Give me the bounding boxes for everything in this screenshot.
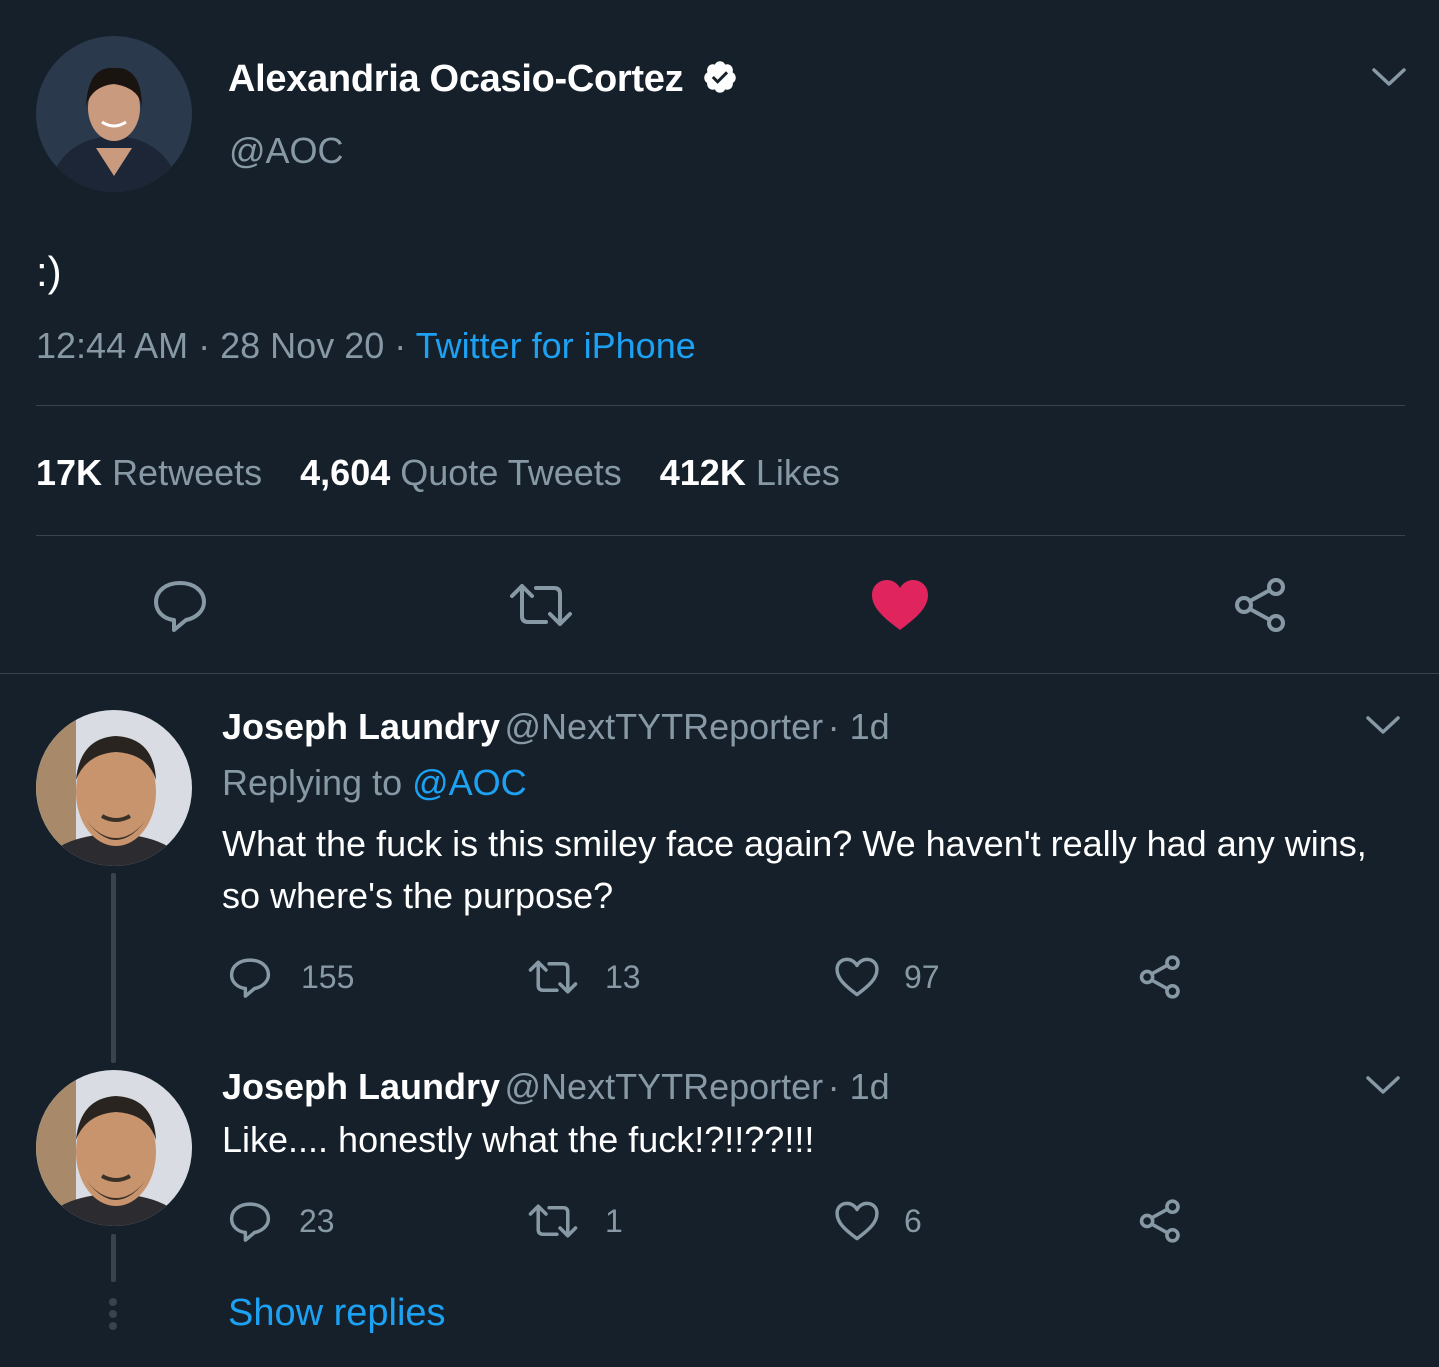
reply-text: What the fuck is this smiley face again?… xyxy=(222,823,1367,916)
author-name-text[interactable]: Alexandria Ocasio-Cortez xyxy=(228,58,684,100)
reply-count: 155 xyxy=(301,958,355,995)
quotes-count: 4,604 xyxy=(300,452,391,493)
author-avatar[interactable] xyxy=(36,36,192,192)
reply-button[interactable] xyxy=(150,575,210,635)
retweet-icon xyxy=(510,584,572,626)
like-count: 97 xyxy=(904,958,940,995)
reply-age: · 1d xyxy=(827,1066,890,1107)
share-button[interactable] xyxy=(1230,576,1288,634)
replying-to: Replying to @AOC xyxy=(222,762,527,804)
retweets-stat[interactable]: 17K Retweets xyxy=(36,452,272,493)
retweets-label: Retweets xyxy=(112,452,263,493)
quotes-stat[interactable]: 4,604 Quote Tweets xyxy=(300,452,632,493)
meta-separator: · xyxy=(198,325,211,366)
reply-header: Joseph Laundry @NextTYTReporter · 1d xyxy=(222,706,890,748)
reply-header: Joseph Laundry @NextTYTReporter · 1d xyxy=(222,1066,890,1108)
reply-like-button[interactable]: 97 xyxy=(834,956,940,998)
reply-icon xyxy=(154,581,206,632)
tweet-stats: 17K Retweets 4,604 Quote Tweets 412K Lik… xyxy=(36,452,840,494)
reply-author-handle[interactable]: @NextTYTReporter xyxy=(505,1066,824,1107)
retweet-icon xyxy=(528,960,578,994)
retweet-count: 1 xyxy=(605,1202,623,1239)
reply-reply-button[interactable]: 23 xyxy=(227,1198,335,1244)
divider xyxy=(0,673,1439,674)
replying-to-label: Replying to xyxy=(222,762,403,803)
reply-reply-button[interactable]: 155 xyxy=(227,954,354,1000)
verified-badge-icon xyxy=(702,59,738,105)
reply-retweet-button[interactable]: 13 xyxy=(527,956,641,998)
quotes-label: Quote Tweets xyxy=(400,452,622,493)
likes-count: 412K xyxy=(659,452,746,493)
tweet-date: 28 Nov 20 xyxy=(220,325,385,366)
share-icon xyxy=(1139,955,1180,999)
tweet-time: 12:44 AM xyxy=(36,325,189,366)
thread-line xyxy=(111,873,116,1063)
reply-retweet-button[interactable]: 1 xyxy=(527,1200,623,1242)
reply-count: 23 xyxy=(299,1202,335,1239)
reply-author-name[interactable]: Joseph Laundry xyxy=(222,1066,500,1107)
like-button[interactable] xyxy=(870,578,930,632)
reply-author-handle[interactable]: @NextTYTReporter xyxy=(505,706,824,747)
thread-line xyxy=(111,1234,116,1282)
share-icon xyxy=(1235,578,1285,632)
reply-icon xyxy=(229,958,271,998)
retweet-button[interactable] xyxy=(508,578,574,632)
heart-icon xyxy=(835,1201,879,1241)
reply-author-name[interactable]: Joseph Laundry xyxy=(222,706,500,747)
divider xyxy=(36,405,1405,406)
show-replies-link[interactable]: Show replies xyxy=(228,1292,446,1335)
reply-text: Like.... honestly what the fuck!?!!??!!! xyxy=(222,1119,815,1160)
likes-stat[interactable]: 412K Likes xyxy=(660,452,840,493)
heart-filled-icon xyxy=(872,580,928,630)
reply-like-button[interactable]: 6 xyxy=(834,1200,922,1242)
share-icon xyxy=(1139,1199,1180,1243)
retweet-count: 13 xyxy=(605,958,641,995)
reply-options-chevron-icon[interactable] xyxy=(1364,1070,1402,1100)
reply-age: · 1d xyxy=(827,706,890,747)
retweet-icon xyxy=(528,1204,578,1238)
author-handle[interactable]: @AOC xyxy=(229,130,344,172)
reply-options-chevron-icon[interactable] xyxy=(1364,710,1402,740)
thread-continuation-dots xyxy=(109,1298,117,1334)
replying-to-handle-link[interactable]: @AOC xyxy=(412,762,527,803)
retweets-count: 17K xyxy=(36,452,103,493)
tweet-source-link[interactable]: Twitter for iPhone xyxy=(416,325,696,366)
meta-separator: · xyxy=(394,325,407,366)
reply-action-bar: 23 1 6 xyxy=(222,1196,1202,1252)
tweet-meta: 12:44 AM · 28 Nov 20 · Twitter for iPhon… xyxy=(36,325,696,367)
reply-action-bar: 155 13 97 xyxy=(222,952,1202,1008)
likes-label: Likes xyxy=(755,452,840,493)
reply-avatar[interactable] xyxy=(36,1070,192,1226)
reply-icon xyxy=(229,1202,271,1242)
author-name[interactable]: Alexandria Ocasio-Cortez xyxy=(228,58,738,105)
divider xyxy=(36,535,1405,536)
reply-avatar[interactable] xyxy=(36,710,192,866)
heart-icon xyxy=(835,957,879,997)
like-count: 6 xyxy=(904,1202,922,1239)
tweet-options-chevron-icon[interactable] xyxy=(1370,62,1408,92)
tweet-text: :) xyxy=(36,248,62,295)
reply-share-button[interactable] xyxy=(1136,954,1182,1005)
reply-share-button[interactable] xyxy=(1136,1198,1182,1249)
